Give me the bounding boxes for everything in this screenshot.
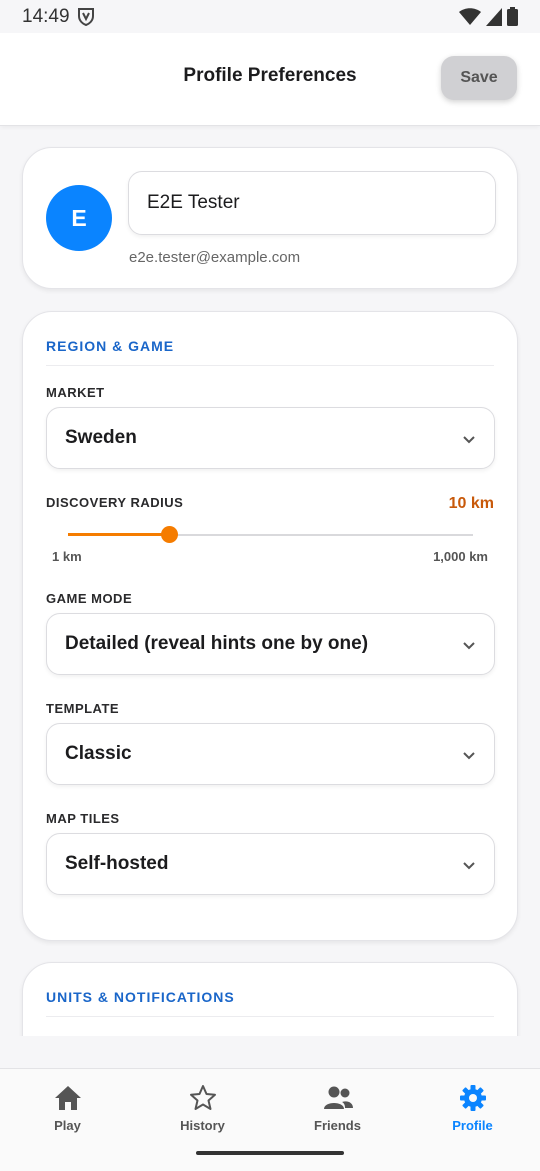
template-value: Classic: [65, 743, 132, 764]
nav-item-history[interactable]: History: [135, 1083, 270, 1133]
preferences-scroll-area[interactable]: E e2e.tester@example.com REGION & GAME M…: [0, 126, 540, 1036]
chevron-down-icon: [462, 432, 476, 450]
top-app-bar: Profile Preferences Save: [0, 33, 540, 126]
units-notifications-card: UNITS & NOTIFICATIONS: [22, 962, 518, 1036]
nav-label-friends: Friends: [314, 1118, 361, 1133]
battery-icon: [507, 7, 518, 31]
gear-icon: [405, 1083, 540, 1113]
map-tiles-label: MAP TILES: [46, 811, 120, 826]
game-mode-select[interactable]: Detailed (reveal hints one by one): [46, 613, 495, 675]
discovery-radius-value: 10 km: [448, 495, 494, 512]
nav-label-play: Play: [54, 1118, 81, 1133]
chevron-down-icon: [462, 638, 476, 656]
home-icon: [0, 1083, 135, 1113]
slider-thumb[interactable]: [161, 526, 179, 543]
bottom-navigation: Play History Friends Profile: [0, 1068, 540, 1171]
star-icon: [135, 1083, 270, 1113]
market-value: Sweden: [65, 427, 137, 448]
slider-min-label: 1 km: [52, 549, 82, 564]
section-divider: [46, 365, 494, 366]
status-icons: [459, 7, 518, 31]
cellular-signal-icon: [486, 7, 502, 31]
nav-item-friends[interactable]: Friends: [270, 1083, 405, 1133]
people-icon: [270, 1083, 405, 1113]
wifi-icon: [459, 7, 481, 31]
game-mode-label: GAME MODE: [46, 591, 133, 606]
vpn-shield-icon: [77, 7, 95, 31]
section-title-units-notifications: UNITS & NOTIFICATIONS: [46, 989, 235, 1005]
slider-fill: [68, 533, 170, 536]
nav-label-profile: Profile: [452, 1118, 493, 1133]
discovery-radius-slider[interactable]: [68, 526, 473, 543]
discovery-radius-label: DISCOVERY RADIUS: [46, 495, 184, 510]
game-mode-value: Detailed (reveal hints one by one): [65, 633, 369, 654]
profile-card: E e2e.tester@example.com: [22, 147, 518, 289]
map-tiles-select[interactable]: Self-hosted: [46, 833, 495, 895]
slider-max-label: 1,000 km: [433, 549, 488, 564]
nav-item-play[interactable]: Play: [0, 1083, 135, 1133]
section-divider: [46, 1016, 494, 1017]
chevron-down-icon: [462, 748, 476, 766]
market-label: MARKET: [46, 385, 105, 400]
nav-item-profile[interactable]: Profile: [405, 1083, 540, 1133]
market-select[interactable]: Sweden: [46, 407, 495, 469]
email-text: e2e.tester@example.com: [129, 249, 301, 266]
status-bar: 14:49: [0, 0, 540, 33]
map-tiles-value: Self-hosted: [65, 853, 169, 874]
chevron-down-icon: [462, 858, 476, 876]
nav-label-history: History: [180, 1118, 225, 1133]
region-game-card: REGION & GAME MARKET Sweden DISCOVERY RA…: [22, 311, 518, 941]
avatar[interactable]: E: [46, 185, 112, 251]
home-indicator: [196, 1151, 344, 1155]
status-time: 14:49: [22, 6, 70, 27]
template-label: TEMPLATE: [46, 701, 120, 716]
save-button[interactable]: Save: [441, 56, 517, 100]
section-title-region-game: REGION & GAME: [46, 338, 175, 354]
template-select[interactable]: Classic: [46, 723, 495, 785]
display-name-input[interactable]: [128, 171, 496, 235]
